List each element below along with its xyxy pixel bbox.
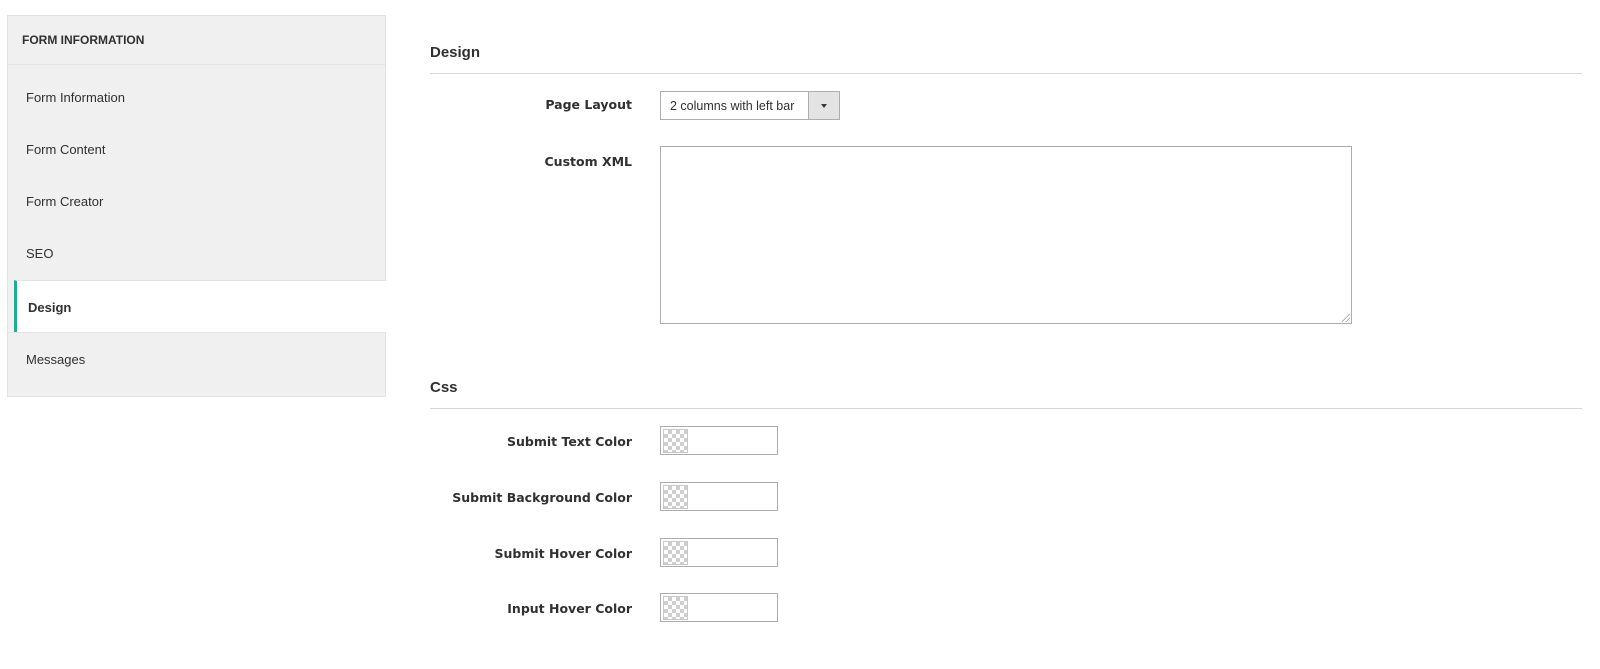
page-layout-select[interactable]: 2 columns with left bar bbox=[660, 91, 840, 120]
color-swatch-icon[interactable] bbox=[663, 429, 688, 453]
input-hover-color-label: Input Hover Color bbox=[507, 601, 632, 616]
submit-background-color-input[interactable] bbox=[660, 482, 778, 511]
sidebar-title: FORM INFORMATION bbox=[8, 16, 385, 65]
input-hover-color-input[interactable] bbox=[660, 593, 778, 622]
chevron-down-icon[interactable] bbox=[808, 92, 839, 119]
sidebar-item-design[interactable]: Design bbox=[14, 280, 387, 332]
custom-xml-label: Custom XML bbox=[544, 154, 633, 169]
color-swatch-icon[interactable] bbox=[663, 485, 688, 509]
design-section-title: Design bbox=[430, 44, 481, 61]
resize-handle-icon[interactable] bbox=[1342, 314, 1350, 322]
sidebar-item-seo[interactable]: SEO bbox=[8, 227, 386, 279]
submit-hover-color-input[interactable] bbox=[660, 538, 778, 567]
color-swatch-icon[interactable] bbox=[663, 596, 688, 620]
submit-background-color-label: Submit Background Color bbox=[452, 490, 632, 505]
sidebar-item-messages[interactable]: Messages bbox=[8, 332, 386, 384]
submit-text-color-label: Submit Text Color bbox=[506, 434, 632, 449]
page-layout-label: Page Layout bbox=[545, 97, 632, 112]
css-section-title: Css bbox=[430, 379, 458, 396]
page-layout-value: 2 columns with left bar bbox=[670, 99, 795, 113]
design-section-divider bbox=[430, 73, 1582, 74]
color-swatch-icon[interactable] bbox=[663, 541, 688, 565]
css-section-divider bbox=[430, 408, 1582, 409]
submit-text-color-input[interactable] bbox=[660, 426, 778, 455]
sidebar-item-form-information[interactable]: Form Information bbox=[8, 71, 386, 123]
sidebar-item-form-creator[interactable]: Form Creator bbox=[8, 175, 386, 227]
custom-xml-textarea[interactable] bbox=[660, 146, 1352, 324]
submit-hover-color-label: Submit Hover Color bbox=[494, 546, 632, 561]
sidebar-item-form-content[interactable]: Form Content bbox=[8, 123, 386, 175]
